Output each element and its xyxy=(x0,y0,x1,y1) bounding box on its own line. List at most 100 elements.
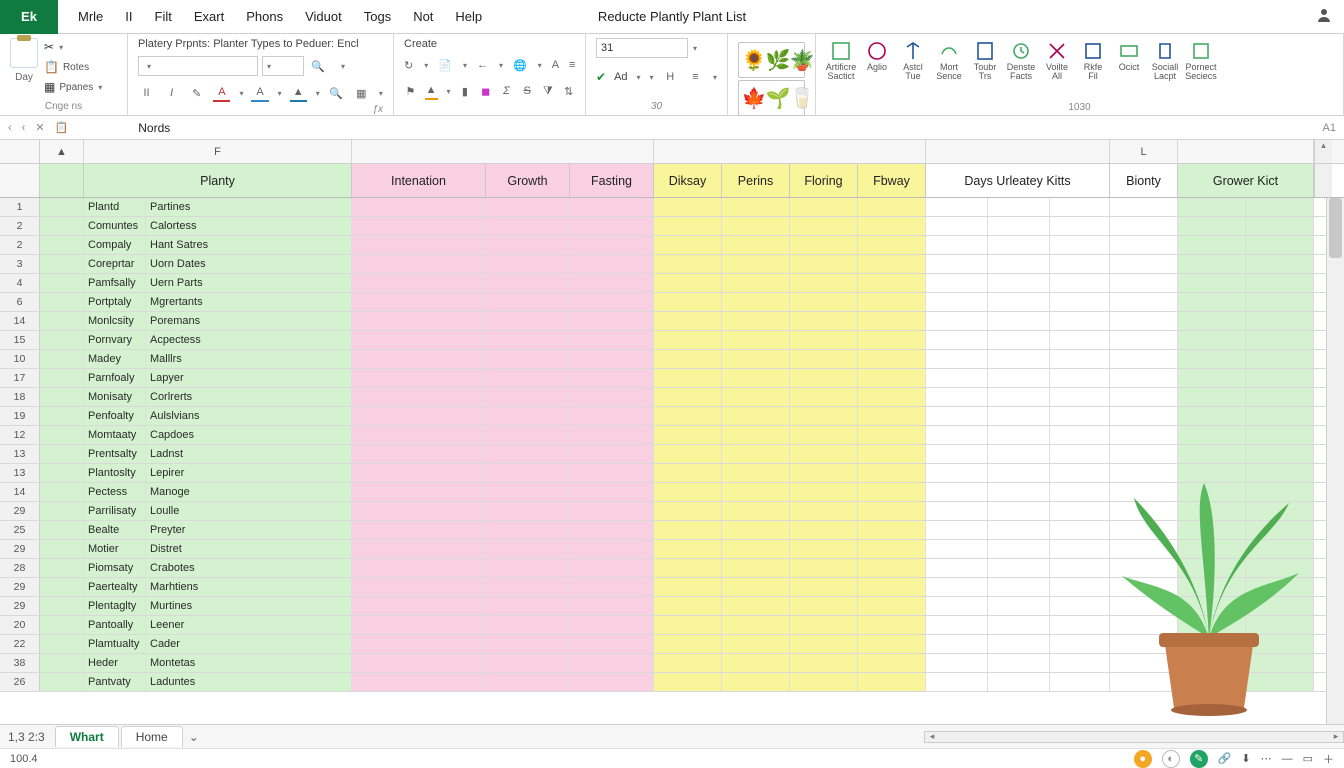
row-number[interactable]: 12 xyxy=(0,426,40,444)
cell-bionty[interactable] xyxy=(1110,312,1178,330)
cell-growth[interactable] xyxy=(486,483,570,501)
cell-fbway[interactable] xyxy=(858,559,926,577)
cell-bionty[interactable] xyxy=(1110,445,1178,463)
clipboard-mini-icon[interactable]: 📋 xyxy=(55,121,69,134)
cell-perins[interactable] xyxy=(722,673,790,691)
cell-perins[interactable] xyxy=(722,236,790,254)
cell-col-a[interactable]: Plantd xyxy=(84,198,146,216)
cell-fbway[interactable] xyxy=(858,407,926,425)
cell-days-3[interactable] xyxy=(1050,236,1110,254)
cell-block-a[interactable] xyxy=(40,350,84,368)
fill-b-icon[interactable]: A xyxy=(251,84,268,102)
cell-grower-2[interactable] xyxy=(1246,521,1314,539)
value-combo[interactable]: 31 xyxy=(596,38,688,58)
hdr-blank-a[interactable] xyxy=(40,164,84,197)
cell-col-a[interactable]: Piomsaty xyxy=(84,559,146,577)
cell-intenation[interactable] xyxy=(352,597,486,615)
row-number[interactable]: 38 xyxy=(0,654,40,672)
cell-grower-1[interactable] xyxy=(1178,654,1246,672)
cell-col-a[interactable]: Paertealty xyxy=(84,578,146,596)
cell-block-a[interactable] xyxy=(40,578,84,596)
cell-grower-2[interactable] xyxy=(1246,350,1314,368)
cell-col-b[interactable]: Hant Satres xyxy=(146,236,352,254)
cell-floring[interactable] xyxy=(790,635,858,653)
cell-fasting[interactable] xyxy=(570,369,654,387)
cell-growth[interactable] xyxy=(486,616,570,634)
cell-days-3[interactable] xyxy=(1050,369,1110,387)
cell-intenation[interactable] xyxy=(352,616,486,634)
cell-intenation[interactable] xyxy=(352,331,486,349)
cell-days-1[interactable] xyxy=(926,445,988,463)
cell-intenation[interactable] xyxy=(352,198,486,216)
row-number[interactable]: 15 xyxy=(0,331,40,349)
cell-diksay[interactable] xyxy=(654,350,722,368)
cell-growth[interactable] xyxy=(486,198,570,216)
cell-fbway[interactable] xyxy=(858,483,926,501)
menu-togs[interactable]: Togs xyxy=(364,9,391,24)
cell-block-a[interactable] xyxy=(40,445,84,463)
cell-bionty[interactable] xyxy=(1110,597,1178,615)
cell-growth[interactable] xyxy=(486,597,570,615)
cell-intenation[interactable] xyxy=(352,654,486,672)
cell-days-3[interactable] xyxy=(1050,578,1110,596)
ribbon-tool-8[interactable]: Ocict xyxy=(1114,40,1144,72)
cell-fbway[interactable] xyxy=(858,388,926,406)
cell-block-a[interactable] xyxy=(40,483,84,501)
cell-perins[interactable] xyxy=(722,274,790,292)
zoom-in-icon[interactable]: ＋ xyxy=(1323,751,1334,767)
square-icon[interactable]: ◼ xyxy=(479,82,492,100)
cell-days-2[interactable] xyxy=(988,502,1050,520)
cell-fbway[interactable] xyxy=(858,236,926,254)
cell-perins[interactable] xyxy=(722,483,790,501)
plant-thumb-leaf[interactable]: 🍁 xyxy=(743,83,765,113)
cell-growth[interactable] xyxy=(486,274,570,292)
hdr-growth[interactable]: Growth xyxy=(486,164,570,197)
ribbon-tool-5[interactable]: DensteFacts xyxy=(1006,40,1036,82)
cell-fasting[interactable] xyxy=(570,559,654,577)
cell-bionty[interactable] xyxy=(1110,578,1178,596)
cell-fbway[interactable] xyxy=(858,597,926,615)
cell-diksay[interactable] xyxy=(654,502,722,520)
cell-days-2[interactable] xyxy=(988,198,1050,216)
cell-fbway[interactable] xyxy=(858,635,926,653)
cell-days-1[interactable] xyxy=(926,578,988,596)
strike-icon[interactable]: S xyxy=(521,82,534,100)
menu-mrle[interactable]: Mrle xyxy=(78,9,103,24)
cell-fbway[interactable] xyxy=(858,369,926,387)
cell-intenation[interactable] xyxy=(352,255,486,273)
cell-floring[interactable] xyxy=(790,673,858,691)
cell-days-1[interactable] xyxy=(926,559,988,577)
horizontal-scrollbar[interactable]: ◂ ▸ xyxy=(924,731,1344,743)
cell-floring[interactable] xyxy=(790,483,858,501)
cell-days-2[interactable] xyxy=(988,217,1050,235)
cell-bionty[interactable] xyxy=(1110,198,1178,216)
cell-days-2[interactable] xyxy=(988,483,1050,501)
cell-days-2[interactable] xyxy=(988,369,1050,387)
cell-perins[interactable] xyxy=(722,635,790,653)
cell-col-a[interactable]: Comuntes xyxy=(84,217,146,235)
hdr-days[interactable]: Days Urleatey Kitts xyxy=(926,164,1110,197)
menu-exart[interactable]: Exart xyxy=(194,9,224,24)
cell-col-b[interactable]: Montetas xyxy=(146,654,352,672)
cell-bionty[interactable] xyxy=(1110,521,1178,539)
ribbon-tool-0[interactable]: ArtificreSactict xyxy=(826,40,856,82)
cell-fasting[interactable] xyxy=(570,483,654,501)
lines-icon[interactable]: ≡ xyxy=(687,68,704,86)
cell-bionty[interactable] xyxy=(1110,559,1178,577)
cell-perins[interactable] xyxy=(722,578,790,596)
cell-floring[interactable] xyxy=(790,654,858,672)
cell-grower-1[interactable] xyxy=(1178,483,1246,501)
cell-growth[interactable] xyxy=(486,654,570,672)
select-all-corner[interactable] xyxy=(0,140,40,163)
align-icon[interactable]: ≡ xyxy=(569,56,575,74)
cell-grower-1[interactable] xyxy=(1178,464,1246,482)
cell-perins[interactable] xyxy=(722,502,790,520)
cell-bionty[interactable] xyxy=(1110,388,1178,406)
cell-fbway[interactable] xyxy=(858,521,926,539)
cell-days-1[interactable] xyxy=(926,217,988,235)
cell-col-b[interactable]: Ladnst xyxy=(146,445,352,463)
cell-perins[interactable] xyxy=(722,407,790,425)
status-link-icon[interactable]: 🔗 xyxy=(1218,752,1232,765)
cell-growth[interactable] xyxy=(486,445,570,463)
row-number[interactable]: 14 xyxy=(0,483,40,501)
